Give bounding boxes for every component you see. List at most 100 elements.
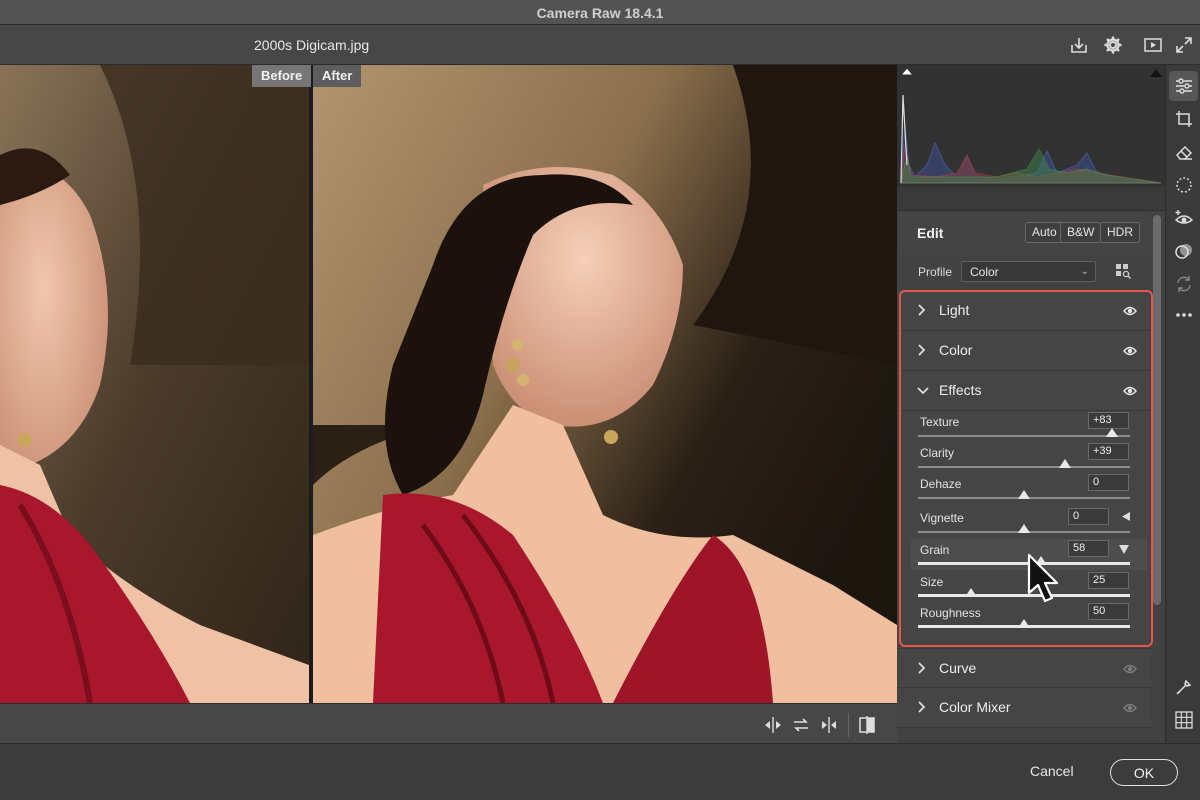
texture-track[interactable] — [918, 435, 1130, 437]
bw-button[interactable]: B&W — [1060, 222, 1102, 243]
before-photo — [0, 65, 309, 703]
profile-browser-icon[interactable] — [1115, 263, 1131, 279]
section-effects[interactable]: Effects — [897, 371, 1150, 411]
vignette-slider-row: Vignette 0 — [897, 507, 1150, 538]
section-effects-label: Effects — [939, 382, 982, 398]
disclosure-triangle-icon[interactable] — [1122, 512, 1131, 521]
dehaze-value[interactable]: 0 — [1088, 474, 1129, 491]
vignette-label: Vignette — [920, 511, 964, 525]
mouse-cursor-icon — [1027, 553, 1059, 603]
before-label: Before — [252, 65, 312, 87]
app-title: Camera Raw 18.4.1 — [536, 5, 664, 21]
section-curve[interactable]: Curve — [897, 648, 1150, 688]
before-pane — [0, 65, 309, 703]
slideshow-icon[interactable] — [1143, 35, 1163, 55]
dehaze-thumb[interactable] — [1018, 490, 1030, 499]
gear-icon[interactable] — [1103, 35, 1123, 55]
image-preview[interactable]: Before After — [0, 65, 897, 703]
disclosure-triangle-icon[interactable] — [1119, 545, 1129, 554]
top-toolbar: 2000s Digicam.jpg — [0, 25, 1200, 65]
texture-thumb[interactable] — [1105, 428, 1118, 437]
vignette-value[interactable]: 0 — [1068, 508, 1109, 525]
tool-rail — [1165, 65, 1200, 743]
size-value[interactable]: 25 — [1088, 572, 1129, 589]
section-color-mixer[interactable]: Color Mixer — [897, 688, 1150, 728]
save-icon[interactable] — [1069, 35, 1089, 55]
preview-bottom-toolbar — [0, 703, 897, 743]
after-label: After — [313, 65, 362, 87]
swap-before-after-icon[interactable] — [763, 715, 783, 735]
histogram-divider — [897, 187, 1165, 211]
clarity-label: Clarity — [920, 446, 955, 460]
eye-icon[interactable] — [1123, 345, 1137, 357]
roughness-value[interactable]: 50 — [1088, 603, 1129, 620]
after-photo — [313, 65, 897, 703]
roughness-thumb[interactable] — [1018, 619, 1030, 628]
dialog-footer: Cancel OK — [0, 743, 1200, 800]
chevron-down-icon — [917, 387, 929, 395]
size-thumb[interactable] — [965, 588, 977, 597]
after-pane — [313, 65, 897, 703]
title-bar: Camera Raw 18.4.1 — [0, 0, 1200, 25]
texture-label: Texture — [920, 415, 960, 429]
size-slider-row: Size 25 — [897, 571, 1150, 602]
clarity-value[interactable]: +39 — [1088, 443, 1129, 460]
split-view-icon[interactable] — [819, 715, 839, 735]
eraser-icon[interactable] — [1174, 142, 1194, 162]
eye-icon[interactable] — [1123, 663, 1137, 675]
texture-slider-row: Texture +83 — [897, 411, 1150, 442]
chevron-right-icon — [918, 662, 926, 674]
profile-select[interactable]: Color ⌄ — [961, 261, 1096, 282]
dehaze-slider-row: Dehaze 0 — [897, 473, 1150, 504]
ok-button[interactable]: OK — [1110, 759, 1178, 786]
chevron-right-icon — [918, 344, 926, 356]
clarity-thumb[interactable] — [1059, 459, 1072, 468]
cancel-button[interactable]: Cancel — [1030, 763, 1074, 779]
copy-settings-icon[interactable] — [791, 715, 811, 735]
profile-value: Color — [970, 265, 999, 279]
eye-icon[interactable] — [1123, 702, 1137, 714]
panel-scrollbar[interactable] — [1153, 215, 1161, 605]
section-light-label: Light — [939, 302, 970, 318]
section-curve-label: Curve — [939, 660, 977, 676]
edit-panel: Edit Auto B&W HDR Profile Color ⌄ Light … — [897, 65, 1165, 743]
auto-button[interactable]: Auto — [1025, 222, 1064, 243]
presets-icon[interactable] — [1174, 241, 1194, 261]
eyedropper-icon[interactable] — [1174, 677, 1194, 697]
sync-icon[interactable] — [1174, 274, 1194, 294]
clarity-slider-row: Clarity +39 — [897, 442, 1150, 473]
grid-icon[interactable] — [1174, 710, 1194, 730]
profile-label: Profile — [918, 265, 953, 279]
histogram — [897, 65, 1165, 187]
section-color-mixer-label: Color Mixer — [939, 699, 1011, 715]
size-track[interactable] — [918, 594, 1130, 597]
sliders-icon[interactable] — [1174, 76, 1194, 96]
grain-track[interactable] — [918, 562, 1130, 565]
hdr-button[interactable]: HDR — [1100, 222, 1140, 243]
fullscreen-icon[interactable] — [1174, 35, 1194, 55]
toolbar-divider — [848, 713, 849, 737]
profile-row: Profile Color ⌄ — [897, 258, 1150, 288]
grain-value[interactable]: 58 — [1068, 540, 1109, 557]
section-light[interactable]: Light — [897, 291, 1150, 331]
section-color[interactable]: Color — [897, 331, 1150, 371]
file-name: 2000s Digicam.jpg — [254, 37, 370, 53]
roughness-label: Roughness — [920, 606, 981, 620]
more-icon[interactable] — [1174, 305, 1194, 325]
clarity-track[interactable] — [918, 466, 1130, 468]
crop-icon[interactable] — [1174, 109, 1194, 129]
edit-title: Edit — [917, 225, 944, 241]
chevron-right-icon — [918, 701, 926, 713]
eye-icon[interactable] — [1123, 305, 1137, 317]
texture-value[interactable]: +83 — [1088, 412, 1129, 429]
redeye-icon[interactable] — [1174, 208, 1194, 228]
chevron-down-icon: ⌄ — [1080, 266, 1089, 277]
section-color-label: Color — [939, 342, 973, 358]
mask-icon[interactable] — [1174, 175, 1194, 195]
grain-label: Grain — [920, 543, 950, 557]
compare-layout-icon[interactable] — [857, 715, 877, 735]
effects-sliders: Texture +83 Clarity +39 Dehaze 0 Vignett… — [897, 411, 1150, 645]
chevron-right-icon — [918, 304, 926, 316]
vignette-thumb[interactable] — [1018, 524, 1030, 533]
eye-icon[interactable] — [1123, 385, 1137, 397]
